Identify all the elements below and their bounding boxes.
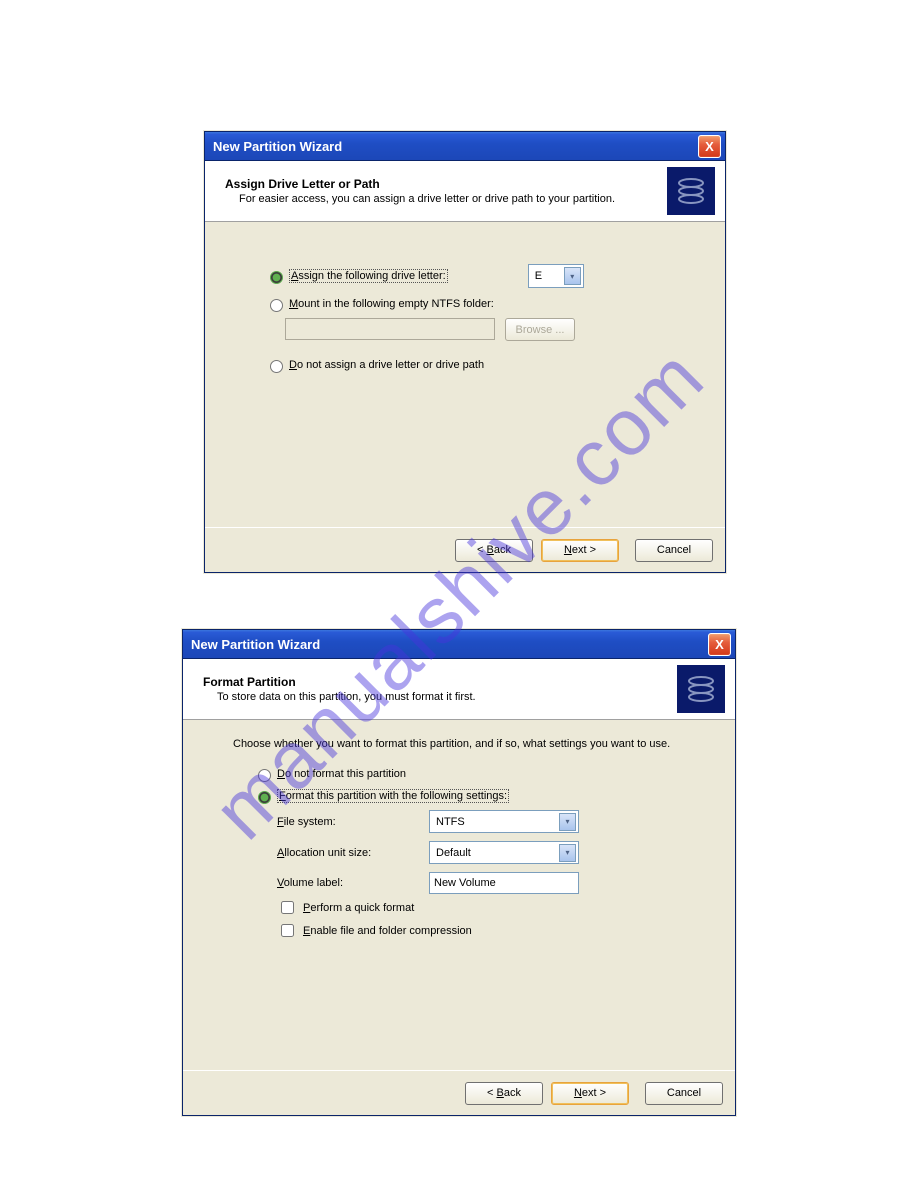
page-subtitle: To store data on this partition, you mus… [203, 691, 677, 703]
back-button[interactable]: < Back [465, 1082, 543, 1105]
back-button[interactable]: < Back [455, 539, 533, 562]
radio-mount-ntfs[interactable]: Mount in the following empty NTFS folder… [265, 296, 695, 312]
chevron-down-icon: ▾ [559, 844, 576, 862]
instruction-text: Choose whether you want to format this p… [233, 738, 705, 750]
dialog-assign-drive-letter: New Partition Wizard X Assign Drive Lett… [204, 131, 726, 573]
filesystem-label: File system: [277, 816, 417, 828]
cancel-button[interactable]: Cancel [635, 539, 713, 562]
volume-label-label: Volume label: [277, 877, 417, 889]
browse-button: Browse ... [505, 318, 575, 341]
body-pane: Choose whether you want to format this p… [183, 720, 735, 1070]
radio-assign-letter[interactable]: Assign the following drive letter: [265, 268, 448, 284]
cancel-button[interactable]: Cancel [645, 1082, 723, 1105]
quick-format-checkbox[interactable]: Perform a quick format [277, 898, 705, 917]
page-subtitle: For easier access, you can assign a driv… [225, 193, 667, 205]
button-row: < Back Next > Cancel [205, 527, 725, 572]
radio-format-settings[interactable]: Format this partition with the following… [253, 788, 705, 804]
mount-path-input [285, 318, 495, 340]
page-title: Format Partition [203, 675, 677, 689]
close-icon[interactable]: X [698, 135, 721, 158]
allocation-label: Allocation unit size: [277, 847, 417, 859]
next-button[interactable]: Next > [541, 539, 619, 562]
button-row: < Back Next > Cancel [183, 1070, 735, 1115]
window-title: New Partition Wizard [213, 139, 342, 154]
next-button[interactable]: Next > [551, 1082, 629, 1105]
drive-letter-select[interactable]: E ▾ [528, 264, 584, 288]
titlebar[interactable]: New Partition Wizard X [205, 132, 725, 161]
body-pane: Assign the following drive letter: E ▾ M… [205, 222, 725, 527]
header-pane: Assign Drive Letter or Path For easier a… [205, 161, 725, 222]
filesystem-select[interactable]: NTFS ▾ [429, 810, 579, 833]
close-icon[interactable]: X [708, 633, 731, 656]
page-title: Assign Drive Letter or Path [225, 177, 667, 191]
dialog-format-partition: New Partition Wizard X Format Partition … [182, 629, 736, 1116]
volume-label-input[interactable] [429, 872, 579, 894]
disk-icon [677, 665, 725, 713]
radio-no-assign[interactable]: Do not assign a drive letter or drive pa… [265, 357, 695, 373]
allocation-select[interactable]: Default ▾ [429, 841, 579, 864]
header-pane: Format Partition To store data on this p… [183, 659, 735, 720]
chevron-down-icon: ▾ [559, 813, 576, 831]
chevron-down-icon: ▾ [564, 267, 581, 285]
disk-icon [667, 167, 715, 215]
radio-no-format[interactable]: Do not format this partition [253, 766, 705, 782]
window-title: New Partition Wizard [191, 637, 320, 652]
titlebar[interactable]: New Partition Wizard X [183, 630, 735, 659]
compression-checkbox[interactable]: Enable file and folder compression [277, 921, 705, 940]
